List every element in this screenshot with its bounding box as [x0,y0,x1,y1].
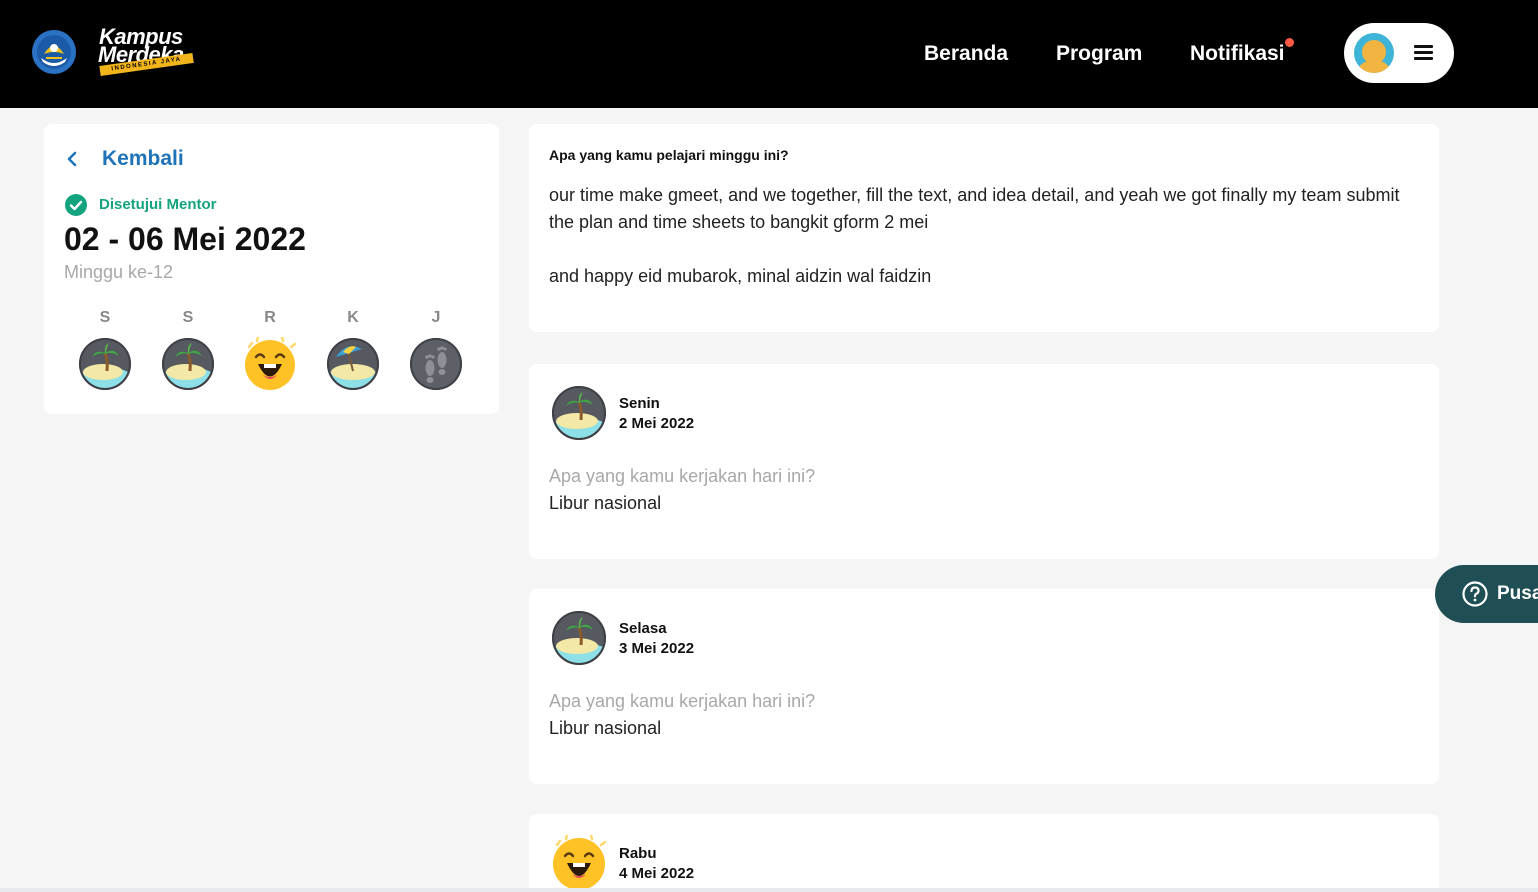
learning-question: Apa yang kamu pelajari minggu ini? [549,147,789,163]
bottom-divider [0,888,1538,892]
check-circle-icon [65,194,87,216]
nav-program[interactable]: Program [1056,41,1142,67]
day-indicator-jumat[interactable]: J [409,308,463,396]
day-letter: S [99,309,111,326]
day-letter: J [431,309,441,326]
user-avatar-icon [1354,33,1394,73]
happy-face-icon [245,335,297,390]
week-subtitle: Minggu ke-12 [64,262,174,282]
user-menu-button[interactable] [1344,23,1454,83]
weekly-learning-card: Apa yang kamu pelajari minggu ini? our t… [529,124,1439,332]
help-label: Pusat [1497,583,1538,604]
learning-answer: our time make gmeet, and we together, fi… [549,185,1400,286]
day-indicator-rabu[interactable]: R [243,308,297,396]
beach-island-icon [552,386,606,440]
entry-date: 2 Mei 2022 [619,415,695,432]
footprints-icon [410,338,462,390]
entry-answer: Libur nasional [549,718,662,738]
entry-question: Apa yang kamu kerjakan hari ini? [549,466,816,486]
week-title: 02 - 06 Mei 2022 [64,221,306,257]
day-indicator-senin[interactable]: S [78,308,132,396]
hamburger-menu-icon [1414,45,1433,61]
status-badge: Disetujui Mentor [65,194,217,216]
entry-date: 4 Mei 2022 [619,865,695,882]
day-letter: K [347,309,359,326]
back-label: Kembali [102,147,184,170]
daily-entry-card: Rabu 4 Mei 2022 [529,814,1439,892]
question-circle-icon [1462,581,1488,607]
day-letter: S [182,309,194,326]
chevron-left-icon [67,151,77,167]
entry-day-name: Selasa [619,620,667,637]
beach-island-icon [79,338,131,390]
beach-island-icon [552,611,606,665]
nav-beranda[interactable]: Beranda [924,41,1008,67]
top-navbar: Kampus Merdeka INDONESIA JAYA Beranda Pr… [0,0,1538,108]
kampus-merdeka-logo[interactable]: Kampus Merdeka INDONESIA JAYA [96,24,196,80]
beach-island-icon [162,338,214,390]
day-letter: R [264,309,276,326]
happy-face-icon [553,835,607,890]
entry-day-name: Senin [619,395,660,412]
back-link[interactable]: Kembali [64,144,184,174]
entry-answer: Libur nasional [549,493,662,513]
daily-entry-card: Selasa 3 Mei 2022 Apa yang kamu kerjakan… [529,589,1439,784]
day-indicator-selasa[interactable]: S [161,308,215,396]
entry-day-name: Rabu [619,845,657,862]
entry-date: 3 Mei 2022 [619,640,695,657]
daily-entry-card: Senin 2 Mei 2022 Apa yang kamu kerjakan … [529,364,1439,559]
entry-question: Apa yang kamu kerjakan hari ini? [549,691,816,711]
notification-dot-icon [1285,38,1294,47]
day-indicator-kamis[interactable]: K [326,308,380,396]
tut-wuri-handayani-logo-icon[interactable] [31,28,77,76]
nav-notifikasi[interactable]: Notifikasi [1190,41,1285,67]
week-summary-card: Kembali Disetujui Mentor 02 - 06 Mei 202… [44,124,499,414]
beach-umbrella-icon [327,338,379,390]
help-center-button[interactable]: Pusat [1435,565,1538,623]
status-label: Disetujui Mentor [99,196,217,213]
